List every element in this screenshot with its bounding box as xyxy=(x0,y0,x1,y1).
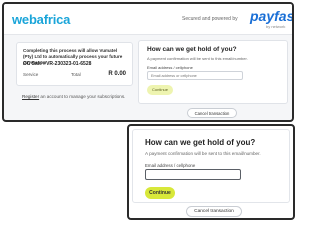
contact-field-label: Email address / cellphone xyxy=(147,65,193,70)
checkout-page-screenshot: webafrica Secured and powered by payfast… xyxy=(2,2,294,122)
contact-card-zoom-screenshot: How can we get hold of you? A payment co… xyxy=(127,124,295,220)
header-bar: webafrica Secured and powered by payfast… xyxy=(4,4,292,35)
total-label: Total xyxy=(71,72,81,77)
contact-card: How can we get hold of you? A payment co… xyxy=(138,40,288,104)
cancel-transaction-button[interactable]: Cancel transaction xyxy=(187,108,237,118)
cancel-transaction-button[interactable]: Cancel transaction xyxy=(186,206,242,217)
contact-note: A payment confirmation will be sent to t… xyxy=(147,56,248,61)
continue-button[interactable]: Continue xyxy=(145,187,175,199)
payfast-subtitle: by network xyxy=(266,24,286,29)
order-amount: R 0.00 xyxy=(108,71,126,77)
contact-title: How can we get hold of you? xyxy=(145,138,256,147)
order-reference: CC Sale #VR-230323-01-6528 xyxy=(23,61,92,67)
contact-note: A payment confirmation will be sent to t… xyxy=(145,151,261,156)
continue-button[interactable]: Continue xyxy=(147,85,173,95)
order-summary-panel: Completing this process will allow Vumat… xyxy=(16,42,133,112)
payfast-logo: payfast xyxy=(250,8,294,24)
webafrica-logo: webafrica xyxy=(12,12,71,27)
contact-field-label: Email address / cellphone xyxy=(145,163,196,168)
order-summary-card: Completing this process will allow Vumat… xyxy=(16,42,133,86)
contact-input[interactable] xyxy=(145,169,241,180)
order-totals-row: Service Total R 0.00 xyxy=(23,71,128,81)
contact-title: How can we get hold of you? xyxy=(147,46,237,53)
register-text: an account to manage your subscriptions. xyxy=(40,94,126,99)
register-link[interactable]: Register xyxy=(22,94,39,99)
secured-by-text: Secured and powered by xyxy=(182,16,238,22)
contact-card-zoom: How can we get hold of you? A payment co… xyxy=(132,129,290,203)
register-line: Register an account to manage your subsc… xyxy=(22,94,125,99)
service-label: Service xyxy=(23,72,39,77)
contact-input[interactable] xyxy=(147,71,243,80)
